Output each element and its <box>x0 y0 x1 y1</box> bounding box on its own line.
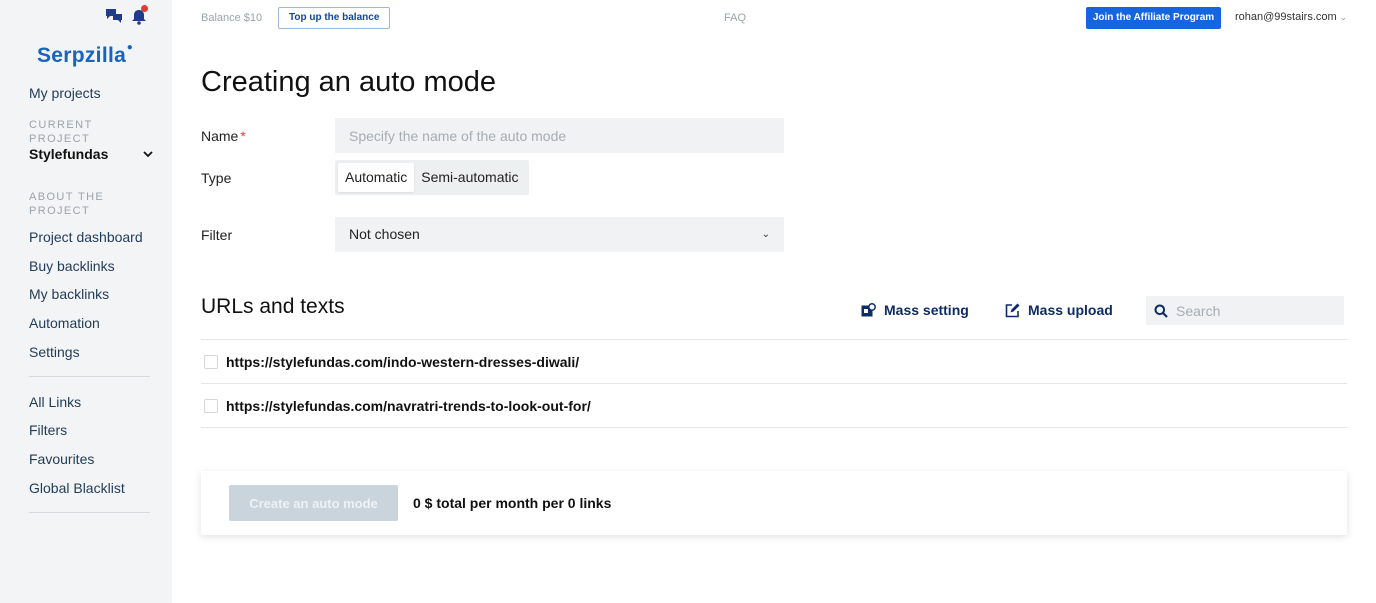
mass-setting-label: Mass setting <box>884 302 969 318</box>
faq-link[interactable]: FAQ <box>724 12 746 24</box>
sidebar-top-icons <box>105 5 148 30</box>
type-toggle: Automatic Semi-automatic <box>335 160 529 195</box>
serpzilla-logo[interactable]: Serpzilla ● <box>37 42 133 68</box>
sidebar-item-settings[interactable]: Settings <box>29 344 80 360</box>
url-text: https://stylefundas.com/navratri-trends-… <box>226 398 591 414</box>
app-root: Serpzilla ● My projects CURRENT PROJECT S… <box>0 0 1376 603</box>
search-box <box>1146 296 1344 325</box>
current-project-name: Stylefundas <box>29 146 109 162</box>
sidebar-item-automation[interactable]: Automation <box>29 315 100 331</box>
list-divider <box>201 339 1347 340</box>
sidebar-item-my-backlinks[interactable]: My backlinks <box>29 286 109 302</box>
name-input[interactable] <box>335 118 784 153</box>
chevron-down-icon: ⌄ <box>1339 12 1348 22</box>
total-cost-text: 0 $ total per month per 0 links <box>413 495 612 511</box>
list-item: https://stylefundas.com/indo-western-dre… <box>204 354 579 370</box>
mass-upload-label: Mass upload <box>1028 302 1113 318</box>
page-title: Creating an auto mode <box>201 66 497 98</box>
sidebar-item-global-blacklist[interactable]: Global Blacklist <box>29 480 125 496</box>
type-option-semi-automatic[interactable]: Semi-automatic <box>414 163 525 192</box>
settings-edit-icon <box>861 302 876 316</box>
sidebar-item-filters[interactable]: Filters <box>29 422 67 438</box>
required-marker: * <box>240 128 246 144</box>
filter-value: Not chosen <box>349 226 420 242</box>
list-item: https://stylefundas.com/navratri-trends-… <box>204 398 591 414</box>
about-project-heading: ABOUT THE PROJECT <box>29 191 105 217</box>
notification-dot <box>141 5 148 12</box>
sidebar-divider <box>29 512 150 513</box>
name-label: Name * <box>201 128 246 144</box>
user-menu[interactable]: rohan@99stairs.com ⌄ <box>1235 11 1347 23</box>
mass-setting-button[interactable]: Mass setting <box>861 302 969 318</box>
url-text: https://stylefundas.com/indo-western-dre… <box>226 354 580 370</box>
search-input[interactable] <box>1176 302 1336 319</box>
bell-icon[interactable] <box>131 5 148 30</box>
url-checkbox[interactable] <box>204 355 218 369</box>
type-option-automatic[interactable]: Automatic <box>338 163 415 192</box>
summary-card: Create an auto mode 0 $ total per month … <box>201 471 1347 535</box>
current-project-selector[interactable]: Stylefundas <box>29 146 153 162</box>
filter-select[interactable]: Not chosen ⌄ <box>335 217 784 252</box>
create-auto-mode-button[interactable]: Create an auto mode <box>229 485 398 521</box>
chat-icon[interactable] <box>105 8 123 30</box>
sidebar-divider <box>29 376 150 377</box>
search-icon <box>1154 304 1168 318</box>
sidebar-item-buy-backlinks[interactable]: Buy backlinks <box>29 258 115 274</box>
current-project-heading: CURRENT PROJECT <box>29 119 93 145</box>
balance-text: Balance $10 <box>201 12 263 24</box>
edit-icon <box>1005 303 1020 317</box>
sidebar: Serpzilla ● My projects CURRENT PROJECT S… <box>0 0 172 603</box>
chevron-down-icon: ⌄ <box>761 229 770 240</box>
mass-upload-button[interactable]: Mass upload <box>1005 302 1113 318</box>
sidebar-item-all-links[interactable]: All Links <box>29 394 81 410</box>
sidebar-item-project-dashboard[interactable]: Project dashboard <box>29 229 143 245</box>
sidebar-item-favourites[interactable]: Favourites <box>29 451 94 467</box>
list-divider <box>201 383 1347 384</box>
user-email: rohan@99stairs.com <box>1235 11 1337 23</box>
list-divider <box>201 427 1347 428</box>
sidebar-item-my-projects[interactable]: My projects <box>29 85 101 101</box>
chevron-down-icon <box>143 150 153 157</box>
affiliate-button[interactable]: Join the Affiliate Program <box>1086 7 1221 29</box>
top-up-button[interactable]: Top up the balance <box>278 7 391 29</box>
filter-label: Filter <box>201 227 233 243</box>
urls-section-title: URLs and texts <box>201 295 345 318</box>
type-label: Type <box>201 170 232 186</box>
url-checkbox[interactable] <box>204 399 218 413</box>
